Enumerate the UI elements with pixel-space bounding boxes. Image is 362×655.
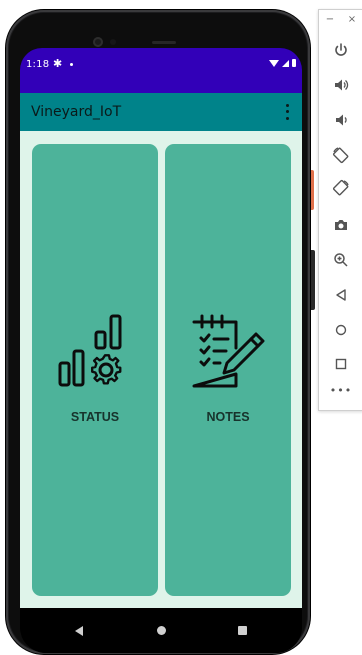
close-icon[interactable]: × xyxy=(348,14,356,28)
notification-dot-icon xyxy=(70,63,73,66)
back-icon[interactable] xyxy=(75,626,83,636)
app-bar: Vineyard_IoT xyxy=(20,93,302,131)
power-button[interactable] xyxy=(329,38,353,62)
emulator-window-controls: − × xyxy=(319,14,362,28)
rotate-left-icon xyxy=(332,147,349,164)
notes-label: NOTES xyxy=(206,410,250,424)
rotate-right-button[interactable] xyxy=(329,176,353,200)
status-card-button[interactable]: STATUS xyxy=(32,144,158,596)
status-icons xyxy=(269,59,296,67)
volume-up-button[interactable] xyxy=(329,73,353,97)
front-sensor xyxy=(110,39,116,45)
overflow-menu-icon[interactable] xyxy=(284,102,290,122)
volume-down-icon xyxy=(336,114,347,126)
wifi-icon xyxy=(269,59,279,67)
earpiece-speaker xyxy=(152,41,176,44)
notepad-pencil-icon xyxy=(192,314,265,388)
volume-up-icon xyxy=(335,79,349,91)
notes-card-button[interactable]: NOTES xyxy=(165,144,291,596)
status-bar: 1:18 ✱ xyxy=(20,48,302,93)
signal-icon xyxy=(282,59,289,67)
battery-icon xyxy=(292,59,296,67)
more-options-icon[interactable]: ••• xyxy=(319,384,362,397)
volume-down-button[interactable] xyxy=(329,108,353,132)
emulator-toolbar: − × ••• xyxy=(318,9,362,411)
app-title: Vineyard_IoT xyxy=(31,104,122,120)
circle-home-icon xyxy=(335,324,347,336)
settings-gear-icon: ✱ xyxy=(53,57,63,70)
phone-screen: 1:18 ✱ Vineyard_IoT STATUS NOTES xyxy=(20,48,302,653)
side-power-key xyxy=(311,250,315,310)
square-overview-icon xyxy=(335,358,347,370)
triangle-back-icon xyxy=(336,289,346,301)
side-key-accent xyxy=(311,170,314,210)
status-time: 1:18 xyxy=(26,59,50,70)
screenshot-button[interactable] xyxy=(329,213,353,237)
back-button[interactable] xyxy=(329,283,353,307)
minimize-icon[interactable]: − xyxy=(326,14,334,28)
navigation-bar xyxy=(20,608,302,653)
overview-button[interactable] xyxy=(329,352,353,376)
recents-icon[interactable] xyxy=(238,626,247,635)
rotate-left-button[interactable] xyxy=(329,143,353,167)
zoom-in-icon xyxy=(334,253,348,267)
camera-icon xyxy=(335,220,347,230)
chart-gear-icon xyxy=(58,314,122,387)
power-icon xyxy=(335,43,347,56)
zoom-button[interactable] xyxy=(329,248,353,272)
home-button[interactable] xyxy=(329,318,353,342)
main-content: STATUS NOTES xyxy=(20,131,302,608)
status-label: STATUS xyxy=(70,410,120,424)
home-icon[interactable] xyxy=(157,626,166,635)
front-camera xyxy=(93,37,103,47)
rotate-right-icon xyxy=(332,179,349,196)
